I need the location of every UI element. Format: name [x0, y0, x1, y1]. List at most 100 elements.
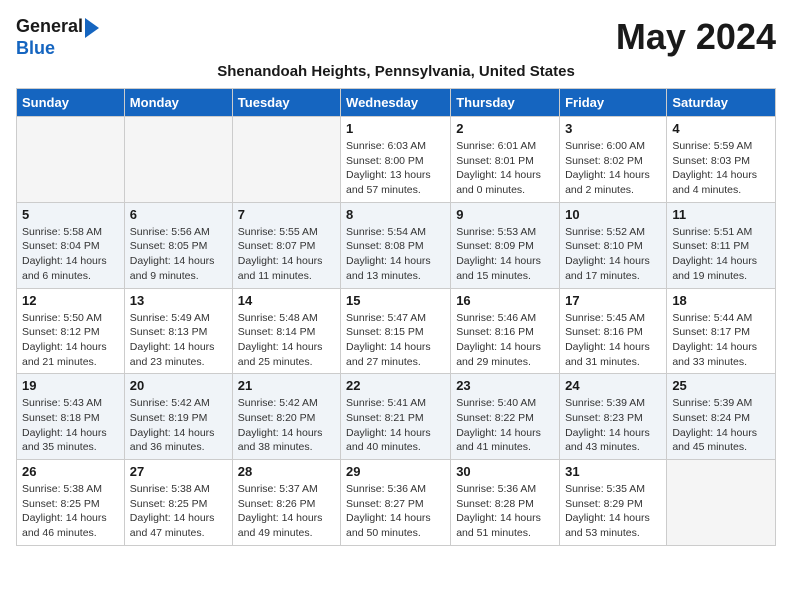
logo: General Blue	[16, 16, 99, 59]
calendar-day-cell: 17 Sunrise: 5:45 AMSunset: 8:16 PMDayligh…	[560, 288, 667, 374]
calendar-day-cell: 9 Sunrise: 5:53 AMSunset: 8:09 PMDaylight…	[451, 202, 560, 288]
day-number: 8	[346, 207, 445, 222]
day-number: 2	[456, 121, 554, 136]
calendar-day-cell: 1 Sunrise: 6:03 AMSunset: 8:00 PMDaylight…	[341, 117, 451, 203]
calendar-day-cell	[17, 117, 125, 203]
day-info: Sunrise: 5:38 AMSunset: 8:25 PMDaylight:…	[130, 482, 227, 541]
page-header: General Blue May 2024	[16, 16, 776, 59]
calendar-day-cell: 22Sunrise: 5:41 AMSunset: 8:21 PMDayligh…	[341, 374, 451, 460]
calendar-day-cell: 29 Sunrise: 5:36 AMSunset: 8:27 PMDayligh…	[341, 460, 451, 546]
calendar-day-cell: 19Sunrise: 5:43 AMSunset: 8:18 PMDayligh…	[17, 374, 125, 460]
day-info: Sunrise: 5:50 AMSunset: 8:12 PMDaylight:…	[22, 311, 119, 370]
day-info: Sunrise: 5:37 AMSunset: 8:26 PMDaylight:…	[238, 482, 335, 541]
day-info: Sunrise: 5:45 AMSunset: 8:16 PMDaylight:…	[565, 311, 661, 370]
day-number: 14	[238, 293, 335, 308]
day-number: 29	[346, 464, 445, 479]
calendar-day-cell: 26Sunrise: 5:38 AMSunset: 8:25 PMDayligh…	[17, 460, 125, 546]
day-info: Sunrise: 5:53 AMSunset: 8:09 PMDaylight:…	[456, 225, 554, 284]
day-info: Sunrise: 5:59 AMSunset: 8:03 PMDaylight:…	[672, 139, 770, 198]
day-number: 18	[672, 293, 770, 308]
calendar-day-cell: 24 Sunrise: 5:39 AMSunset: 8:23 PMDayligh…	[560, 374, 667, 460]
month-title: May 2024	[616, 16, 776, 58]
day-number: 3	[565, 121, 661, 136]
calendar-day-cell: 16 Sunrise: 5:46 AMSunset: 8:16 PMDayligh…	[451, 288, 560, 374]
day-number: 27	[130, 464, 227, 479]
day-info: Sunrise: 5:46 AMSunset: 8:16 PMDaylight:…	[456, 311, 554, 370]
day-number: 12	[22, 293, 119, 308]
day-number: 1	[346, 121, 445, 136]
day-info: Sunrise: 5:55 AMSunset: 8:07 PMDaylight:…	[238, 225, 335, 284]
logo-text: General	[16, 17, 83, 37]
day-info: Sunrise: 5:42 AMSunset: 8:19 PMDaylight:…	[130, 396, 227, 455]
day-info: Sunrise: 5:41 AMSunset: 8:21 PMDaylight:…	[346, 396, 445, 455]
day-number: 28	[238, 464, 335, 479]
calendar-day-cell: 10 Sunrise: 5:52 AMSunset: 8:10 PMDayligh…	[560, 202, 667, 288]
calendar-week-row: 1 Sunrise: 6:03 AMSunset: 8:00 PMDaylight…	[17, 117, 776, 203]
calendar-day-cell: 6 Sunrise: 5:56 AMSunset: 8:05 PMDaylight…	[124, 202, 232, 288]
day-number: 16	[456, 293, 554, 308]
day-of-week-header: Wednesday	[341, 89, 451, 117]
day-info: Sunrise: 5:49 AMSunset: 8:13 PMDaylight:…	[130, 311, 227, 370]
calendar-week-row: 5 Sunrise: 5:58 AMSunset: 8:04 PMDaylight…	[17, 202, 776, 288]
calendar-table: SundayMondayTuesdayWednesdayThursdayFrid…	[16, 88, 776, 546]
day-of-week-header: Saturday	[667, 89, 776, 117]
day-info: Sunrise: 5:54 AMSunset: 8:08 PMDaylight:…	[346, 225, 445, 284]
calendar-day-cell	[124, 117, 232, 203]
calendar-day-cell: 25 Sunrise: 5:39 AMSunset: 8:24 PMDayligh…	[667, 374, 776, 460]
calendar-day-cell: 21Sunrise: 5:42 AMSunset: 8:20 PMDayligh…	[232, 374, 340, 460]
day-info: Sunrise: 5:36 AMSunset: 8:27 PMDaylight:…	[346, 482, 445, 541]
day-number: 15	[346, 293, 445, 308]
day-info: Sunrise: 5:52 AMSunset: 8:10 PMDaylight:…	[565, 225, 661, 284]
day-of-week-header: Monday	[124, 89, 232, 117]
day-of-week-header: Tuesday	[232, 89, 340, 117]
day-of-week-header: Thursday	[451, 89, 560, 117]
day-number: 31	[565, 464, 661, 479]
day-number: 5	[22, 207, 119, 222]
calendar-header-row: SundayMondayTuesdayWednesdayThursdayFrid…	[17, 89, 776, 117]
location-title: Shenandoah Heights, Pennsylvania, United…	[16, 63, 776, 80]
day-number: 9	[456, 207, 554, 222]
calendar-day-cell: 18 Sunrise: 5:44 AMSunset: 8:17 PMDayligh…	[667, 288, 776, 374]
calendar-week-row: 19Sunrise: 5:43 AMSunset: 8:18 PMDayligh…	[17, 374, 776, 460]
calendar-day-cell: 4 Sunrise: 5:59 AMSunset: 8:03 PMDaylight…	[667, 117, 776, 203]
calendar-day-cell: 2Sunrise: 6:01 AMSunset: 8:01 PMDaylight…	[451, 117, 560, 203]
day-info: Sunrise: 5:40 AMSunset: 8:22 PMDaylight:…	[456, 396, 554, 455]
calendar-day-cell: 23Sunrise: 5:40 AMSunset: 8:22 PMDayligh…	[451, 374, 560, 460]
day-number: 10	[565, 207, 661, 222]
day-number: 7	[238, 207, 335, 222]
day-number: 4	[672, 121, 770, 136]
day-number: 6	[130, 207, 227, 222]
day-info: Sunrise: 5:39 AMSunset: 8:24 PMDaylight:…	[672, 396, 770, 455]
day-info: Sunrise: 5:42 AMSunset: 8:20 PMDaylight:…	[238, 396, 335, 455]
day-info: Sunrise: 6:03 AMSunset: 8:00 PMDaylight:…	[346, 139, 445, 198]
day-number: 13	[130, 293, 227, 308]
calendar-day-cell: 3 Sunrise: 6:00 AMSunset: 8:02 PMDaylight…	[560, 117, 667, 203]
day-of-week-header: Sunday	[17, 89, 125, 117]
logo-triangle-icon	[85, 18, 99, 38]
calendar-week-row: 26Sunrise: 5:38 AMSunset: 8:25 PMDayligh…	[17, 460, 776, 546]
day-info: Sunrise: 5:35 AMSunset: 8:29 PMDaylight:…	[565, 482, 661, 541]
day-info: Sunrise: 5:47 AMSunset: 8:15 PMDaylight:…	[346, 311, 445, 370]
day-number: 25	[672, 378, 770, 393]
day-number: 17	[565, 293, 661, 308]
calendar-day-cell: 30Sunrise: 5:36 AMSunset: 8:28 PMDayligh…	[451, 460, 560, 546]
calendar-day-cell: 20Sunrise: 5:42 AMSunset: 8:19 PMDayligh…	[124, 374, 232, 460]
day-info: Sunrise: 5:38 AMSunset: 8:25 PMDaylight:…	[22, 482, 119, 541]
day-info: Sunrise: 6:00 AMSunset: 8:02 PMDaylight:…	[565, 139, 661, 198]
day-info: Sunrise: 5:48 AMSunset: 8:14 PMDaylight:…	[238, 311, 335, 370]
calendar-day-cell: 12 Sunrise: 5:50 AMSunset: 8:12 PMDayligh…	[17, 288, 125, 374]
day-info: Sunrise: 5:43 AMSunset: 8:18 PMDaylight:…	[22, 396, 119, 455]
calendar-week-row: 12 Sunrise: 5:50 AMSunset: 8:12 PMDayligh…	[17, 288, 776, 374]
calendar-day-cell: 31 Sunrise: 5:35 AMSunset: 8:29 PMDayligh…	[560, 460, 667, 546]
calendar-day-cell: 8 Sunrise: 5:54 AMSunset: 8:08 PMDaylight…	[341, 202, 451, 288]
day-info: Sunrise: 5:51 AMSunset: 8:11 PMDaylight:…	[672, 225, 770, 284]
day-number: 24	[565, 378, 661, 393]
day-info: Sunrise: 5:39 AMSunset: 8:23 PMDaylight:…	[565, 396, 661, 455]
day-info: Sunrise: 5:58 AMSunset: 8:04 PMDaylight:…	[22, 225, 119, 284]
day-info: Sunrise: 5:56 AMSunset: 8:05 PMDaylight:…	[130, 225, 227, 284]
day-number: 11	[672, 207, 770, 222]
calendar-day-cell: 7 Sunrise: 5:55 AMSunset: 8:07 PMDaylight…	[232, 202, 340, 288]
day-info: Sunrise: 5:36 AMSunset: 8:28 PMDaylight:…	[456, 482, 554, 541]
day-info: Sunrise: 5:44 AMSunset: 8:17 PMDaylight:…	[672, 311, 770, 370]
calendar-day-cell: 11 Sunrise: 5:51 AMSunset: 8:11 PMDayligh…	[667, 202, 776, 288]
